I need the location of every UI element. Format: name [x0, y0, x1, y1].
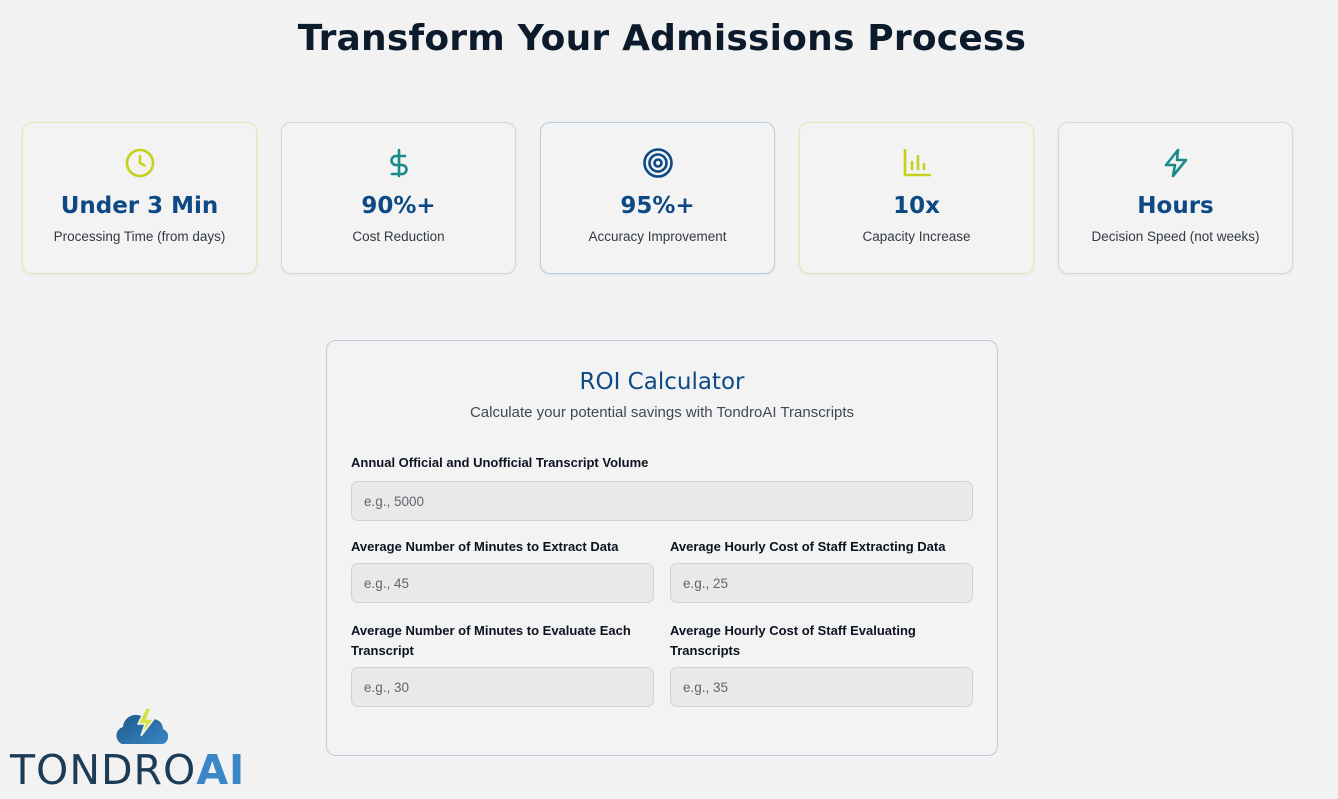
extract-minutes-label: Average Number of Minutes to Extract Dat… — [351, 539, 619, 554]
evaluate-cost-label: Average Hourly Cost of Staff Evaluating … — [670, 623, 916, 658]
page-title: Transform Your Admissions Process — [297, 18, 1027, 59]
stat-value: 10x — [893, 193, 940, 219]
stat-value: 95%+ — [620, 193, 695, 219]
logo-text-main: TONDRO — [10, 746, 197, 794]
field-extract-cost: Average Hourly Cost of Staff Extracting … — [670, 537, 973, 603]
extract-cost-label: Average Hourly Cost of Staff Extracting … — [670, 539, 946, 554]
stat-value: Hours — [1137, 193, 1214, 219]
stat-card-decision-speed: Hours Decision Speed (not weeks) — [1058, 122, 1293, 274]
stat-value: 90%+ — [361, 193, 436, 219]
tondroai-logo: TONDROAI — [10, 706, 280, 796]
stat-label: Decision Speed (not weeks) — [1091, 229, 1260, 244]
volume-label: Annual Official and Unofficial Transcrip… — [351, 455, 649, 470]
dollar-icon — [389, 148, 408, 178]
stat-card-capacity: 10x Capacity Increase — [799, 122, 1034, 274]
calculator-subtitle: Calculate your potential savings with To… — [469, 404, 855, 421]
logo-text-accent: AI — [196, 746, 246, 794]
stat-value: Under 3 Min — [60, 193, 219, 219]
stat-card-accuracy: 95%+ Accuracy Improvement — [540, 122, 775, 274]
stat-card-processing-time: Under 3 Min Processing Time (from days) — [22, 122, 257, 274]
lightning-icon — [1164, 148, 1187, 178]
cloud-lightning-logo-icon — [116, 707, 169, 744]
bar-chart-icon — [903, 148, 931, 177]
field-evaluate-cost: Average Hourly Cost of Staff Evaluating … — [670, 621, 973, 707]
stat-label: Capacity Increase — [862, 229, 971, 244]
volume-input[interactable] — [351, 481, 973, 521]
field-evaluate-minutes: Average Number of Minutes to Evaluate Ea… — [351, 621, 654, 707]
stat-label: Cost Reduction — [352, 229, 445, 244]
stat-label: Processing Time (from days) — [53, 229, 226, 244]
extract-cost-input[interactable] — [670, 563, 973, 603]
evaluate-cost-input[interactable] — [670, 667, 973, 707]
roi-calculator-card: ROI Calculator Calculate your potential … — [326, 340, 998, 756]
logo-wordmark: TONDROAI — [10, 750, 245, 791]
field-extract-minutes: Average Number of Minutes to Extract Dat… — [351, 537, 654, 603]
calculator-title: ROI Calculator — [579, 369, 745, 395]
stat-label: Accuracy Improvement — [588, 229, 727, 244]
stat-card-cost-reduction: 90%+ Cost Reduction — [281, 122, 516, 274]
extract-minutes-input[interactable] — [351, 563, 654, 603]
field-volume: Annual Official and Unofficial Transcrip… — [351, 453, 973, 521]
evaluate-minutes-label: Average Number of Minutes to Evaluate Ea… — [351, 623, 631, 658]
stats-row: Under 3 Min Processing Time (from days) … — [22, 122, 1293, 274]
target-icon — [642, 148, 673, 178]
clock-icon — [125, 148, 154, 178]
evaluate-minutes-input[interactable] — [351, 667, 654, 707]
